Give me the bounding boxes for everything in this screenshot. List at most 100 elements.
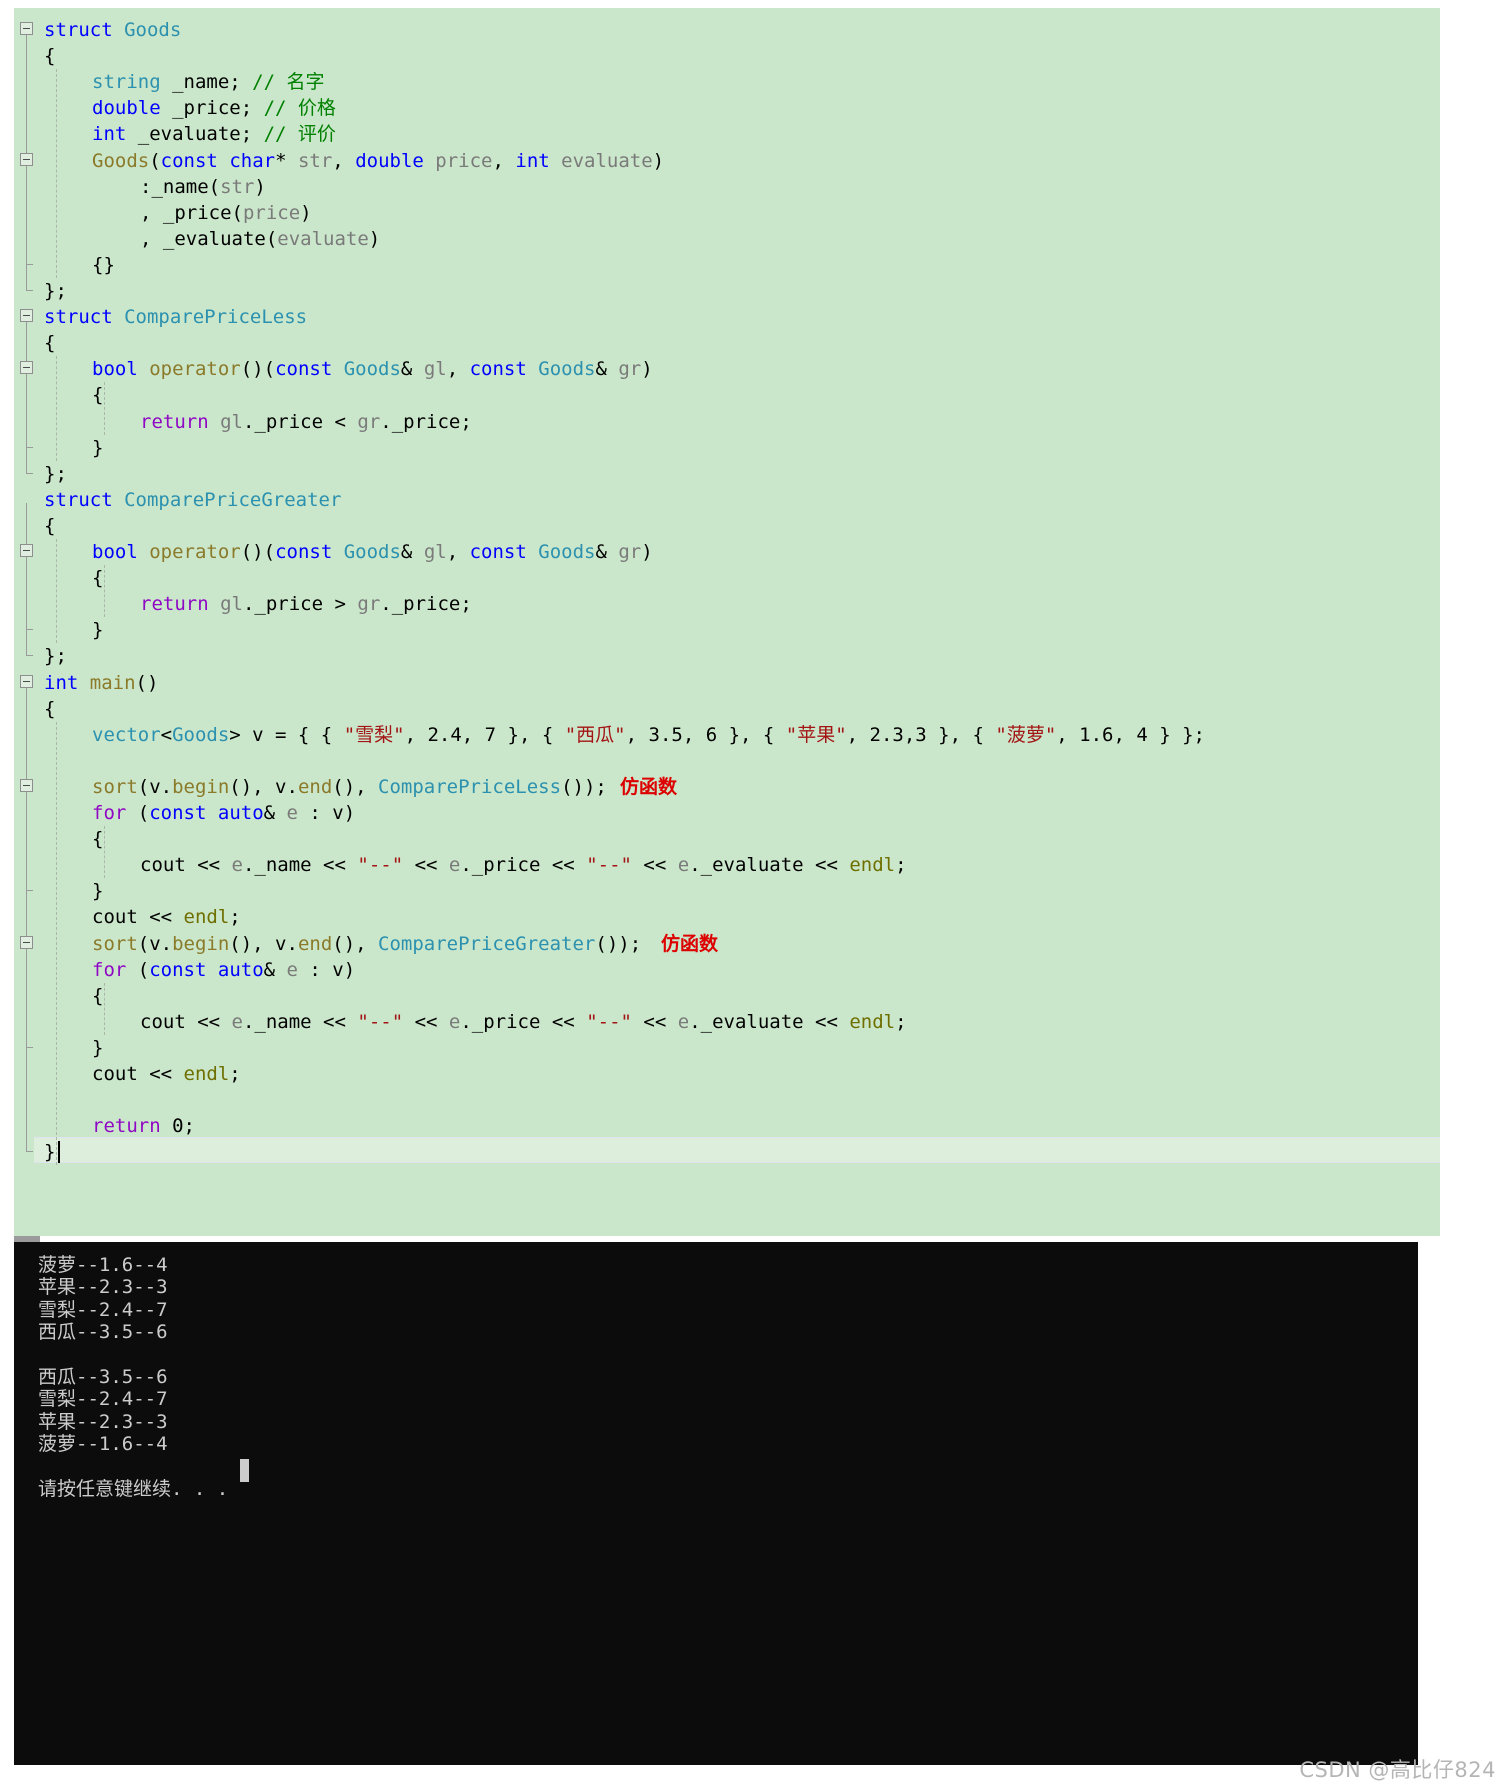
code-token: "--" xyxy=(357,1010,404,1033)
code-token: "雪梨" xyxy=(343,723,405,746)
code-token: e xyxy=(448,854,461,877)
code-token: gl xyxy=(220,410,243,433)
code-token: << xyxy=(137,1063,184,1085)
code-token: ._name << xyxy=(242,1010,358,1033)
code-line[interactable]: { xyxy=(92,382,103,408)
code-line[interactable]: cout << endl; xyxy=(92,904,241,930)
code-token: // 名字 xyxy=(252,71,325,94)
code-token: Goods xyxy=(124,19,182,41)
code-line[interactable]: sort(v.begin(), v.end(), ComparePriceLes… xyxy=(92,774,677,800)
code-line[interactable]: :_name(str) xyxy=(140,174,266,200)
code-line[interactable]: bool operator()(const Goods& gl, const G… xyxy=(92,356,653,382)
code-line[interactable]: bool operator()(const Goods& gl, const G… xyxy=(92,539,653,565)
indent-guide xyxy=(104,565,105,618)
code-token: int xyxy=(44,671,79,694)
code-line[interactable]: , _evaluate(evaluate) xyxy=(140,226,380,252)
code-token: ._price; xyxy=(380,410,472,433)
code-token: ComparePriceLess xyxy=(124,306,308,329)
code-line[interactable]: vector<Goods> v = { { "雪梨", 2.4, 7 }, { … xyxy=(92,722,1205,748)
code-token: "西瓜" xyxy=(564,723,626,746)
code-line[interactable]: } xyxy=(92,617,103,643)
code-token: ._evaluate << xyxy=(689,1010,850,1033)
code-token: ) xyxy=(652,149,665,172)
code-line[interactable]: } xyxy=(92,1035,103,1061)
code-token: const xyxy=(275,541,333,563)
code-text-layer[interactable]: struct Goods{string _name; // 名字 double _… xyxy=(14,8,1440,1236)
code-editor-pane[interactable]: struct Goods{string _name; // 名字 double _… xyxy=(14,8,1440,1236)
code-line[interactable]: }; xyxy=(44,278,67,304)
code-line[interactable]: { xyxy=(44,513,55,539)
code-token: ()( xyxy=(240,358,276,381)
code-token: << xyxy=(631,1010,678,1033)
code-line[interactable]: { xyxy=(92,826,103,852)
code-token: const xyxy=(160,149,218,172)
code-line[interactable]: string _name; // 名字 xyxy=(92,69,324,95)
code-line[interactable]: }; xyxy=(44,461,67,487)
code-line[interactable]: { xyxy=(44,696,55,722)
code-token: main xyxy=(89,671,136,694)
code-token: & xyxy=(263,958,287,981)
code-token: e xyxy=(286,802,298,824)
code-token: & xyxy=(400,358,424,381)
code-line[interactable]: Goods(const char* str, double price, int… xyxy=(92,148,664,174)
code-token: gl xyxy=(423,541,447,563)
code-token: int xyxy=(92,123,127,146)
code-line[interactable]: cout << e._name << "--" << e._price << "… xyxy=(140,852,907,878)
code-line[interactable]: return gl._price > gr._price; xyxy=(140,591,472,617)
code-line[interactable]: { xyxy=(92,983,103,1009)
code-token: (), v. xyxy=(229,775,298,798)
code-token: { xyxy=(44,514,56,537)
code-line[interactable]: struct ComparePriceGreater xyxy=(44,487,341,513)
code-line[interactable]: {} xyxy=(92,252,115,278)
code-line[interactable]: }; xyxy=(44,643,67,669)
code-line[interactable]: return 0; xyxy=(92,1113,195,1139)
code-token: { xyxy=(92,567,104,590)
code-token: (v. xyxy=(137,775,173,798)
code-token: { xyxy=(92,384,104,407)
code-token: operator xyxy=(149,541,241,563)
code-token: gr xyxy=(357,410,381,433)
code-line[interactable]: for (const auto& e : v) xyxy=(92,957,355,983)
code-token: _name; xyxy=(160,71,253,94)
indent-guide xyxy=(104,982,105,1035)
code-line[interactable]: , _price(price) xyxy=(140,200,312,226)
code-line[interactable]: cout << e._name << "--" << e._price << "… xyxy=(140,1009,907,1035)
code-line[interactable]: int main() xyxy=(44,670,158,696)
code-line[interactable]: struct ComparePriceLess xyxy=(44,304,307,330)
code-line[interactable]: struct Goods xyxy=(44,17,181,43)
code-line[interactable]: } xyxy=(92,878,103,904)
code-token: evaluate xyxy=(277,227,369,250)
code-line[interactable]: } xyxy=(44,1139,55,1165)
code-token: ( xyxy=(149,149,161,172)
code-line[interactable]: int _evaluate; // 评价 xyxy=(92,121,336,147)
code-token: "--" xyxy=(586,854,632,877)
code-line[interactable]: { xyxy=(44,330,55,356)
code-line[interactable]: double _price; // 价格 xyxy=(92,95,336,121)
code-token: << xyxy=(185,1010,232,1033)
console-output-pane[interactable]: 菠萝--1.6--4 苹果--2.3--3 雪梨--2.4--7 西瓜--3.5… xyxy=(14,1242,1418,1765)
code-token: endl xyxy=(849,1010,896,1033)
code-token: ._name << xyxy=(242,854,358,877)
code-line[interactable]: { xyxy=(92,565,103,591)
code-token: ( xyxy=(126,802,150,824)
code-token: ()); xyxy=(561,775,607,798)
code-line[interactable]: cout << endl; xyxy=(92,1061,241,1087)
code-line[interactable]: return gl._price < gr._price; xyxy=(140,409,472,435)
code-line[interactable]: } xyxy=(92,435,103,461)
code-line[interactable]: { xyxy=(44,43,55,69)
indent-guide xyxy=(104,826,105,879)
code-token: (v. xyxy=(137,932,173,955)
indent-guide xyxy=(56,69,57,278)
code-token: ; xyxy=(229,1063,241,1085)
code-token: int xyxy=(515,149,550,172)
code-token: struct xyxy=(44,19,125,41)
code-line[interactable]: for (const auto& e : v) xyxy=(92,800,355,826)
indent-guide xyxy=(56,356,57,461)
code-line[interactable]: sort(v.begin(), v.end(), ComparePriceGre… xyxy=(92,931,718,957)
code-token: endl xyxy=(183,1063,230,1085)
code-token: << xyxy=(403,854,449,877)
code-token: << xyxy=(185,854,232,877)
